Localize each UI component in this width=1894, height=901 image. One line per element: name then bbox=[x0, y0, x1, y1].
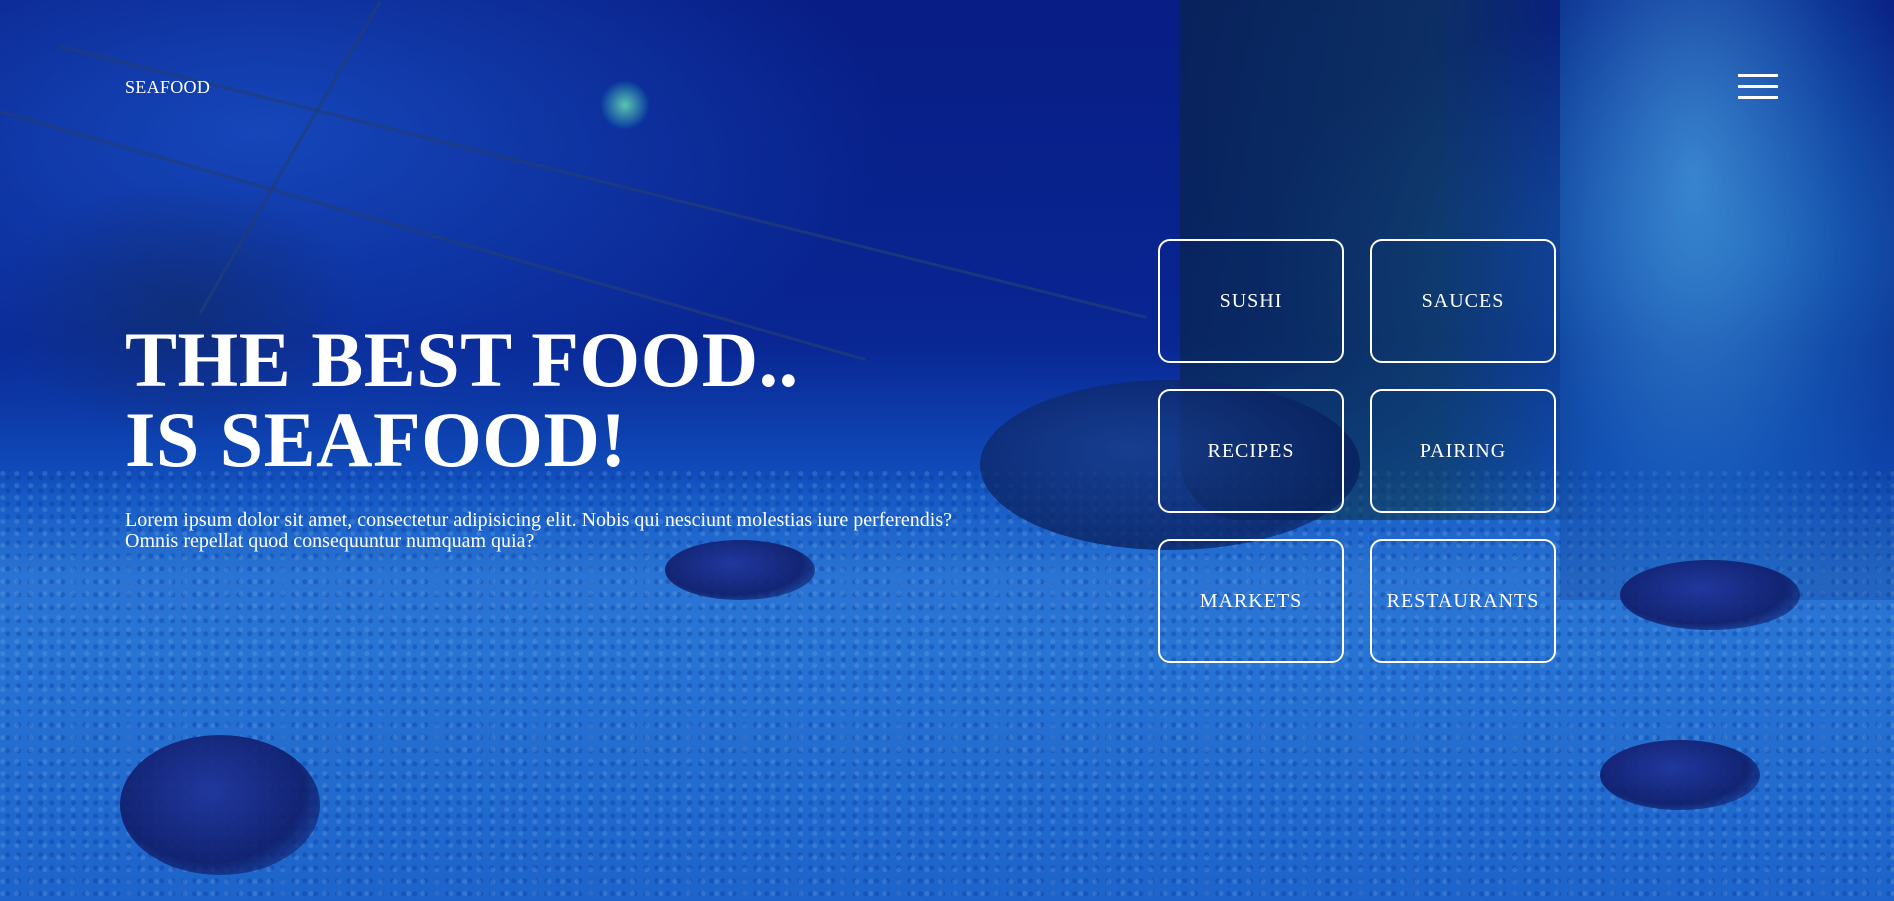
hero-title-line-1: THE BEST FOOD.. bbox=[125, 316, 799, 403]
category-grid: SUSHI SAUCES RECIPES PAIRING MARKETS RES… bbox=[1158, 239, 1558, 663]
menu-bar bbox=[1738, 85, 1778, 88]
category-sushi-button[interactable]: SUSHI bbox=[1158, 239, 1344, 363]
hero-title-line-2: IS SEAFOOD! bbox=[125, 396, 627, 483]
category-markets-button[interactable]: MARKETS bbox=[1158, 539, 1344, 663]
category-restaurants-button[interactable]: RESTAURANTS bbox=[1370, 539, 1556, 663]
category-sauces-button[interactable]: SAUCES bbox=[1370, 239, 1556, 363]
menu-bar bbox=[1738, 74, 1778, 77]
hero-title: THE BEST FOOD.. IS SEAFOOD! bbox=[125, 320, 799, 480]
category-pairing-button[interactable]: PAIRING bbox=[1370, 389, 1556, 513]
hero-description: Lorem ipsum dolor sit amet, consectetur … bbox=[125, 509, 953, 552]
category-recipes-button[interactable]: RECIPES bbox=[1158, 389, 1344, 513]
hamburger-menu-icon[interactable] bbox=[1738, 74, 1778, 102]
brand-logo[interactable]: SEAFOOD bbox=[125, 77, 210, 98]
menu-bar bbox=[1738, 96, 1778, 99]
